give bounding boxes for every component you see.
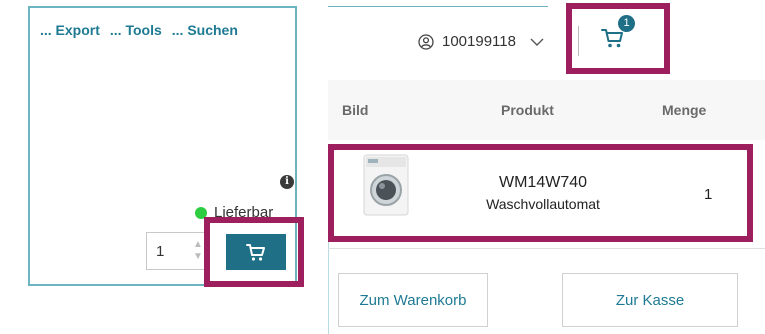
quantity-stepper[interactable]: 1 ▲ ▼	[146, 232, 210, 270]
chevron-down-icon	[530, 38, 544, 46]
row-divider	[328, 248, 765, 249]
product-panel: ... Export ... Tools ... Suchen i Liefer…	[28, 6, 297, 286]
table-row[interactable]: WM14W740 Waschvollautomat 1	[328, 140, 765, 240]
info-icon[interactable]: i	[280, 175, 294, 189]
account-number: 100199118	[442, 33, 516, 50]
product-description: Waschvollautomat	[486, 196, 600, 212]
availability-status: Lieferbar	[195, 204, 273, 221]
availability-label: Lieferbar	[214, 204, 274, 221]
header-accent-line	[328, 6, 548, 7]
product-image	[363, 154, 409, 216]
cart-icon	[246, 244, 265, 261]
header-separator	[578, 26, 579, 56]
export-link[interactable]: ... Export	[40, 22, 100, 38]
spinner-arrows-icon[interactable]: ▲ ▼	[193, 239, 203, 265]
quantity-value[interactable]: 1	[156, 243, 164, 260]
column-header-product: Produkt	[501, 102, 554, 118]
search-link[interactable]: ... Suchen	[172, 22, 238, 38]
availability-dot-icon	[195, 206, 207, 219]
tools-bar: ... Export ... Tools ... Suchen	[40, 22, 238, 38]
account-selector[interactable]: 100199118	[418, 33, 544, 50]
header-bar: 100199118 1	[328, 0, 765, 81]
to-cart-button[interactable]: Zum Warenkorb	[338, 273, 488, 327]
checkout-button[interactable]: Zur Kasse	[562, 273, 738, 327]
column-header-image: Bild	[342, 102, 369, 118]
add-to-cart-button[interactable]	[226, 234, 286, 270]
user-icon	[418, 33, 434, 50]
cart-dropdown: 100199118 1 Bild Produkt Menge WM14W740 …	[328, 0, 765, 334]
tools-link[interactable]: ... Tools	[110, 22, 162, 38]
row-quantity: 1	[704, 186, 713, 203]
cart-count-badge: 1	[618, 15, 635, 32]
cart-table-header: Bild Produkt Menge	[328, 80, 765, 140]
product-model: WM14W740	[498, 174, 588, 191]
column-header-quantity: Menge	[662, 102, 707, 118]
